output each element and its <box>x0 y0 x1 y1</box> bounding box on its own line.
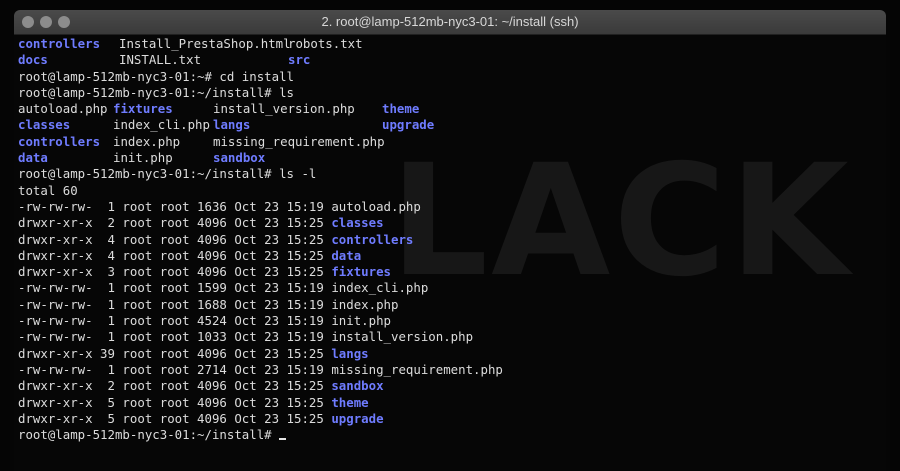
listing-details: -rw-rw-rw- 1 root root 1033 Oct 23 15:19 <box>18 329 332 345</box>
directory-name: fixtures <box>331 264 391 280</box>
terminal-line: classes index_cli.php langs upgrade <box>18 117 503 133</box>
listing-details: drwxr-xr-x 4 root root 4096 Oct 23 15:25 <box>18 247 332 263</box>
directory-name: classes <box>18 117 71 133</box>
file-name: missing_requirement.php <box>331 361 503 377</box>
terminal-line: drwxr-xr-x 4 root root 4096 Oct 23 15:25… <box>18 248 503 264</box>
directory-name: docs <box>18 52 48 68</box>
terminal-line: -rw-rw-rw- 1 root root 1636 Oct 23 15:19… <box>18 199 503 215</box>
file-name: autoload.php <box>18 101 108 117</box>
listing-details: drwxr-xr-x 2 root root 4096 Oct 23 15:25 <box>18 215 332 231</box>
terminal-line: root@lamp-512mb-nyc3-01:~/install# <box>18 427 503 443</box>
listing-details: drwxr-xr-x 2 root root 4096 Oct 23 15:25 <box>18 378 332 394</box>
listing-details: drwxr-xr-x 4 root root 4096 Oct 23 15:25 <box>18 231 332 247</box>
file-name: index_cli.php <box>113 117 210 133</box>
terminal-line: -rw-rw-rw- 1 root root 1033 Oct 23 15:19… <box>18 329 503 345</box>
terminal-line: drwxr-xr-x 39 root root 4096 Oct 23 15:2… <box>18 346 503 362</box>
listing-details: -rw-rw-rw- 1 root root 2714 Oct 23 15:19 <box>18 361 332 377</box>
shell-prompt: root@lamp-512mb-nyc3-01:~/install# <box>18 427 280 443</box>
listing-details: drwxr-xr-x 3 root root 4096 Oct 23 15:25 <box>18 264 332 280</box>
terminal-line: docs INSTALL.txt src <box>18 52 503 68</box>
terminal-text: root@lamp-512mb-nyc3-01:~/install# ls <box>18 84 295 100</box>
terminal-line: root@lamp-512mb-nyc3-01:~/install# ls <box>18 85 503 101</box>
terminal-line: root@lamp-512mb-nyc3-01:~# cd install <box>18 69 503 85</box>
directory-name: langs <box>213 117 251 133</box>
directory-name: src <box>288 52 311 68</box>
terminal-content[interactable]: LACK controllers Install_PrestaShop.html r… <box>14 35 886 471</box>
directory-name: controllers <box>18 133 101 149</box>
listing-details: -rw-rw-rw- 1 root root 1688 Oct 23 15:19 <box>18 296 332 312</box>
terminal-line: -rw-rw-rw- 1 root root 1688 Oct 23 15:19… <box>18 297 503 313</box>
directory-name: sandbox <box>331 378 384 394</box>
terminal-line: drwxr-xr-x 5 root root 4096 Oct 23 15:25… <box>18 411 503 427</box>
terminal-text: total 60 <box>18 182 78 198</box>
terminal-window: 2. root@lamp-512mb-nyc3-01: ~/install (s… <box>0 0 900 471</box>
file-name: install_version.php <box>331 329 474 345</box>
file-name: missing_requirement.php <box>213 133 385 149</box>
terminal-line: drwxr-xr-x 3 root root 4096 Oct 23 15:25… <box>18 264 503 280</box>
terminal-line: controllers index.php missing_requirement.… <box>18 134 503 150</box>
listing-details: -rw-rw-rw- 1 root root 1636 Oct 23 15:19 <box>18 198 332 214</box>
window-title: 2. root@lamp-512mb-nyc3-01: ~/install (s… <box>321 14 579 29</box>
listing-details: -rw-rw-rw- 1 root root 4524 Oct 23 15:19 <box>18 313 332 329</box>
terminal-line: drwxr-xr-x 4 root root 4096 Oct 23 15:25… <box>18 232 503 248</box>
file-name: init.php <box>331 313 391 329</box>
listing-details: drwxr-xr-x 39 root root 4096 Oct 23 15:2… <box>18 345 332 361</box>
terminal-line: autoload.php fixtures install_version.php t… <box>18 101 503 117</box>
file-name: index_cli.php <box>331 280 429 296</box>
terminal-output: controllers Install_PrestaShop.html robots… <box>18 36 503 443</box>
terminal-line: -rw-rw-rw- 1 root root 2714 Oct 23 15:19… <box>18 362 503 378</box>
directory-name: classes <box>331 215 384 231</box>
directory-name: data <box>331 247 362 263</box>
directory-name: theme <box>331 394 369 410</box>
directory-name: fixtures <box>113 101 173 117</box>
directory-name: controllers <box>18 36 101 51</box>
terminal-line: root@lamp-512mb-nyc3-01:~/install# ls -l <box>18 166 503 182</box>
title-bar[interactable]: 2. root@lamp-512mb-nyc3-01: ~/install (s… <box>14 10 886 35</box>
file-name: Install_PrestaShop.html <box>119 36 291 51</box>
terminal-line: drwxr-xr-x 2 root root 4096 Oct 23 15:25… <box>18 378 503 394</box>
terminal-line: controllers Install_PrestaShop.html robots… <box>18 36 503 52</box>
terminal-line: -rw-rw-rw- 1 root root 4524 Oct 23 15:19… <box>18 313 503 329</box>
terminal-text: root@lamp-512mb-nyc3-01:~/install# ls -l <box>18 166 317 182</box>
terminal-line: -rw-rw-rw- 1 root root 1599 Oct 23 15:19… <box>18 280 503 296</box>
file-name: index.php <box>331 296 399 312</box>
terminal-line: total 60 <box>18 183 503 199</box>
directory-name: sandbox <box>213 150 266 166</box>
terminal-line: data init.php sandbox <box>18 150 503 166</box>
directory-name: upgrade <box>382 117 435 133</box>
terminal-text: root@lamp-512mb-nyc3-01:~# cd install <box>18 68 295 84</box>
file-name: robots.txt <box>288 36 363 51</box>
listing-details: drwxr-xr-x 5 root root 4096 Oct 23 15:25 <box>18 394 332 410</box>
directory-name: langs <box>331 345 369 361</box>
file-name: autoload.php <box>331 198 421 214</box>
file-name: INSTALL.txt <box>119 52 202 68</box>
listing-details: drwxr-xr-x 5 root root 4096 Oct 23 15:25 <box>18 410 332 426</box>
directory-name: controllers <box>331 231 414 247</box>
file-name: index.php <box>113 133 181 149</box>
directory-name: upgrade <box>331 410 384 426</box>
terminal-cursor <box>279 438 287 441</box>
terminal-line: drwxr-xr-x 2 root root 4096 Oct 23 15:25… <box>18 215 503 231</box>
directory-name: data <box>18 150 48 166</box>
file-name: install_version.php <box>213 101 355 117</box>
directory-name: theme <box>382 101 420 117</box>
file-name: init.php <box>113 150 173 166</box>
listing-details: -rw-rw-rw- 1 root root 1599 Oct 23 15:19 <box>18 280 332 296</box>
terminal-line: drwxr-xr-x 5 root root 4096 Oct 23 15:25… <box>18 395 503 411</box>
